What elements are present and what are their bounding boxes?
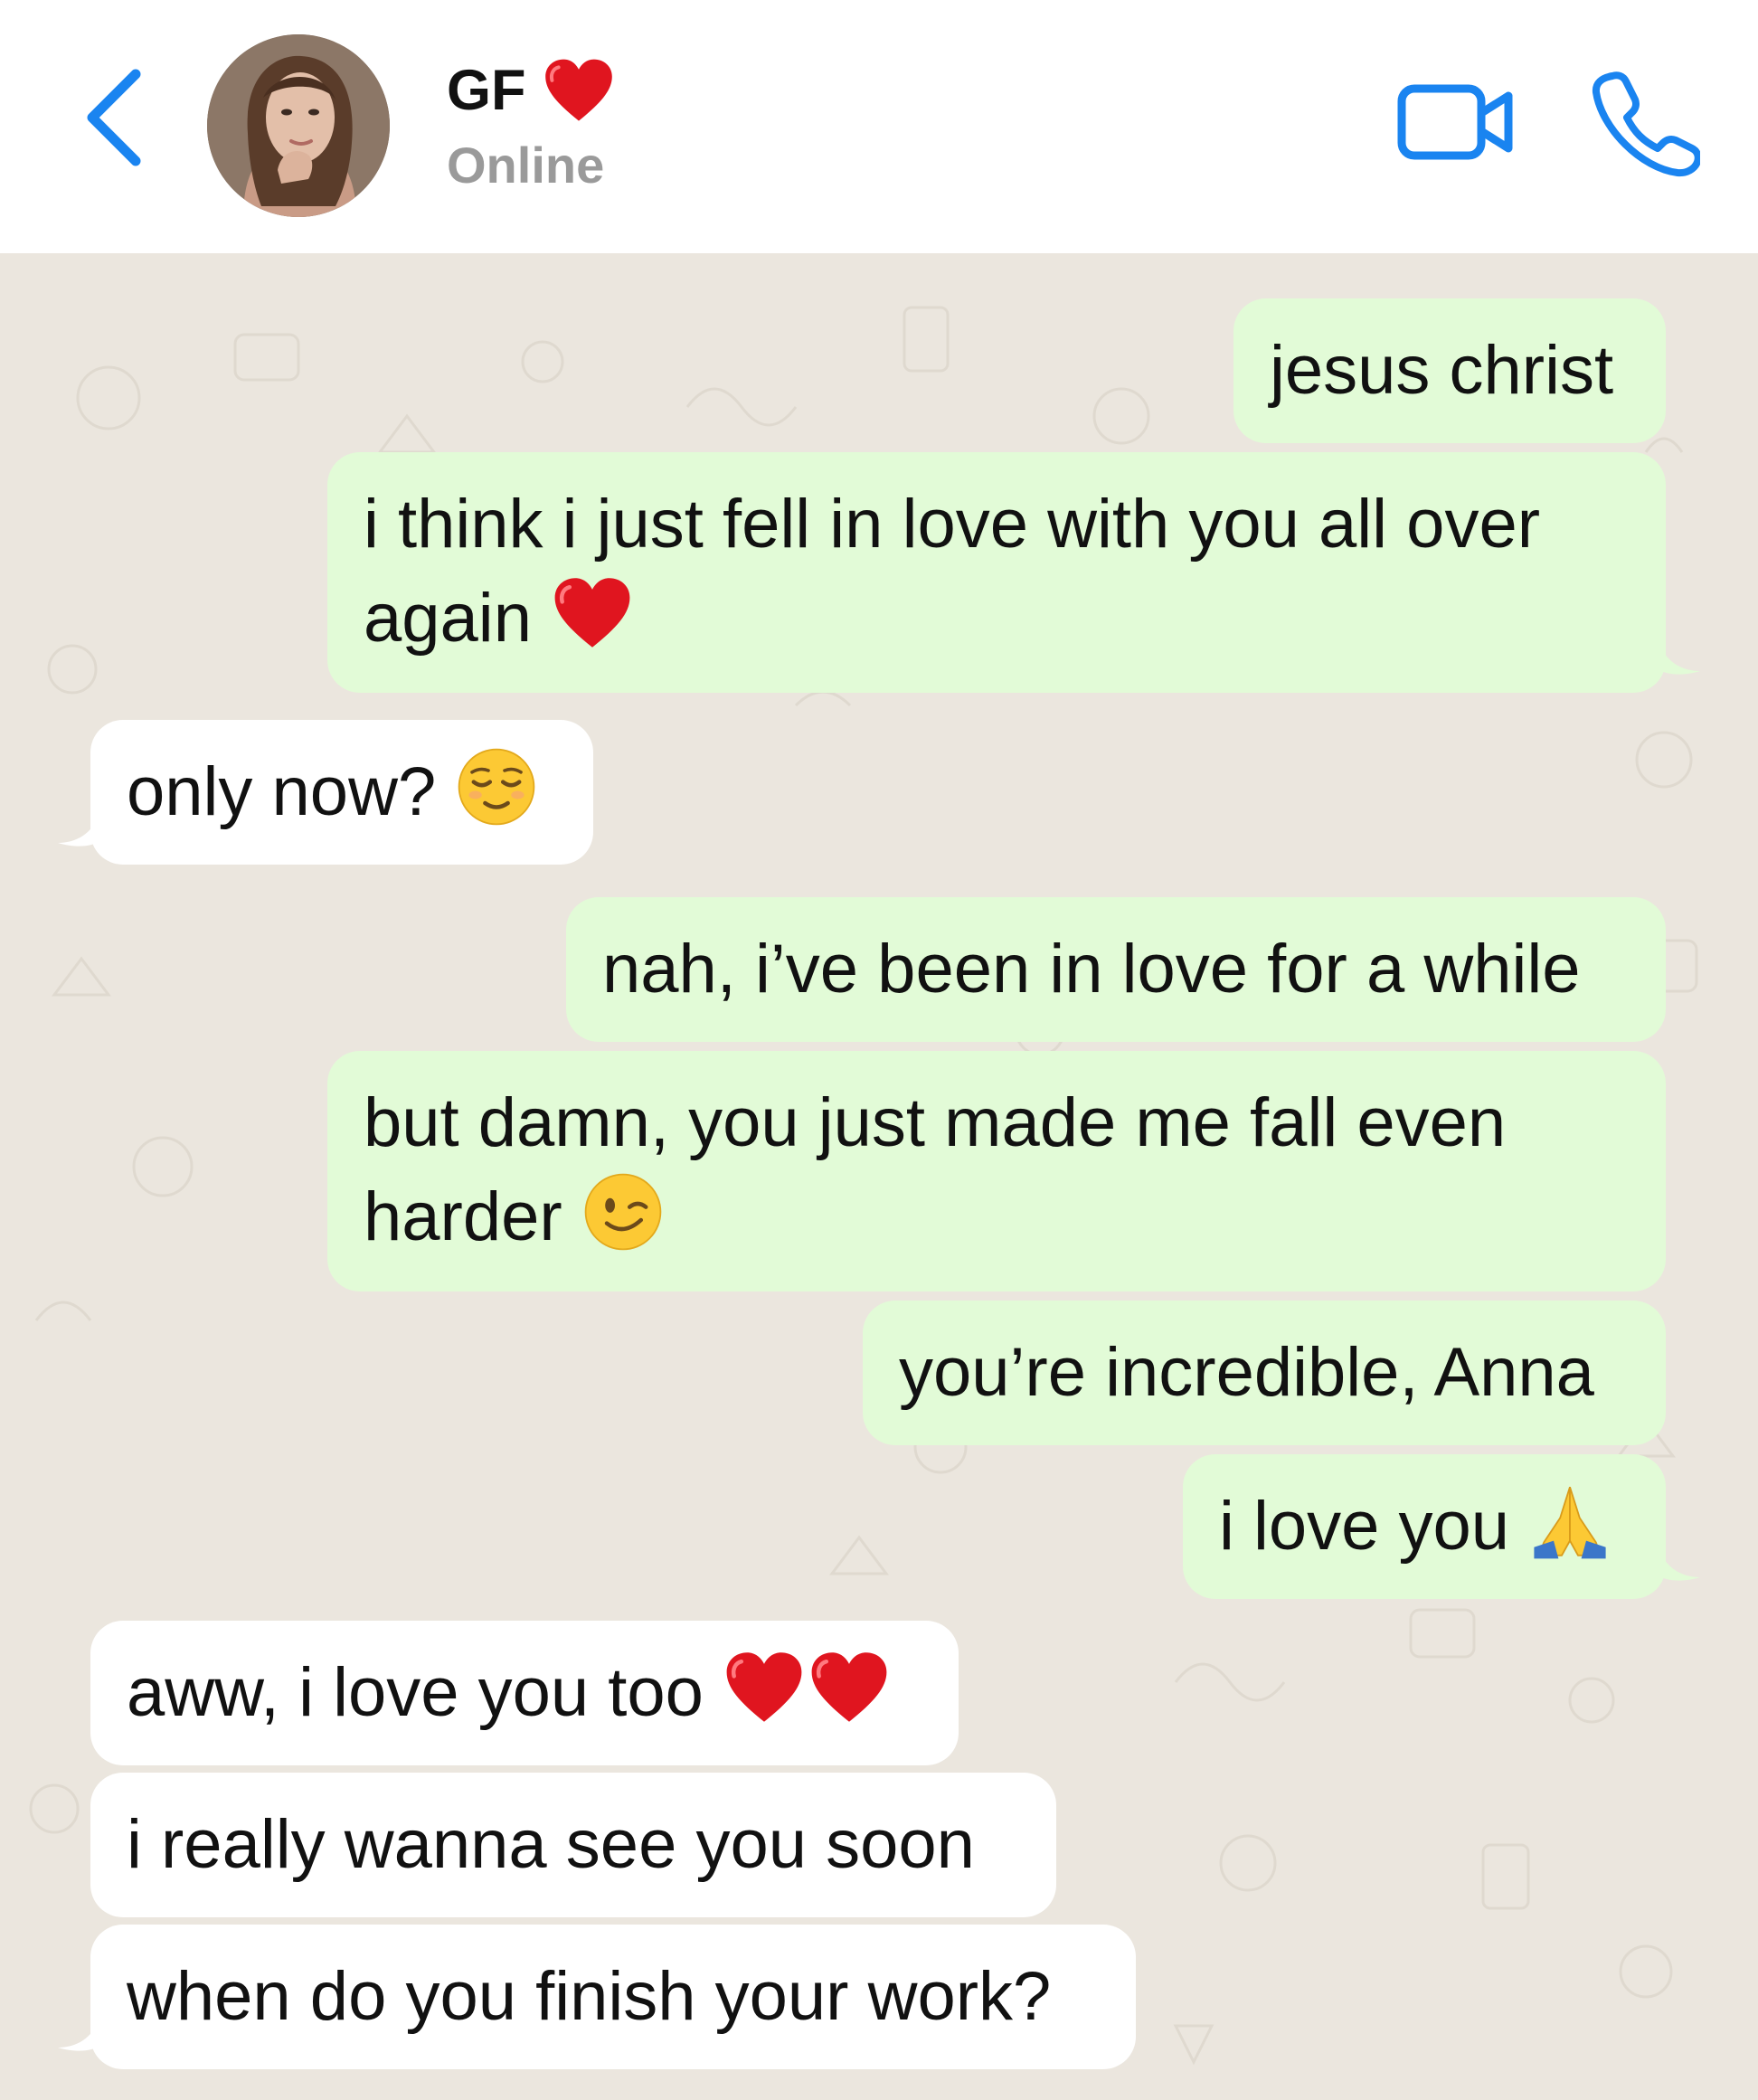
chat-header: GF Online <box>0 0 1758 253</box>
message-text: aww, i love you too <box>127 1654 704 1731</box>
bubble-tail <box>1659 1548 1700 1581</box>
red-heart-icon <box>723 1647 805 1728</box>
message-text: i think i just fell in love with you all… <box>364 486 1541 563</box>
red-heart-icon <box>552 572 633 654</box>
message-text-line2: again <box>364 580 532 657</box>
video-camera-icon <box>1397 84 1513 160</box>
message-outgoing[interactable]: i think i just fell in love with you all… <box>327 452 1666 693</box>
message-outgoing[interactable]: but damn, you just made me fall even har… <box>327 1051 1666 1291</box>
contact-status: Online <box>447 137 605 194</box>
contact-name-text: GF <box>447 59 526 122</box>
message-text: but damn, you just made me fall even <box>364 1084 1507 1161</box>
video-call-button[interactable] <box>1393 72 1519 172</box>
chat-area[interactable]: jesus christ i think i just fell in love… <box>0 253 1758 2100</box>
winking-face-icon <box>582 1171 664 1253</box>
message-text: only now? <box>127 753 437 830</box>
message-outgoing[interactable]: jesus christ <box>1233 298 1666 443</box>
contact-name: GF <box>447 56 615 125</box>
bubble-tail <box>58 2019 99 2051</box>
message-text: i love you <box>1219 1488 1510 1565</box>
phone-icon <box>1592 71 1702 177</box>
relieved-face-icon <box>456 746 537 828</box>
contact-photo <box>207 34 390 217</box>
red-heart-icon <box>808 1647 890 1728</box>
back-button[interactable] <box>80 63 152 172</box>
message-incoming[interactable]: aww, i love you too <box>90 1621 959 1765</box>
red-heart-icon <box>543 56 615 125</box>
folded-hands-icon <box>1529 1480 1611 1562</box>
avatar[interactable] <box>207 34 390 217</box>
message-text: when do you finish your work? <box>127 1958 1052 2035</box>
message-text: i really wanna see you soon <box>127 1806 975 1883</box>
message-text: jesus christ <box>1270 332 1614 409</box>
chevron-left-icon <box>87 69 141 166</box>
message-text: nah, i’ve been in love for a while <box>602 931 1581 1007</box>
bubble-tail <box>1659 642 1700 675</box>
voice-call-button[interactable] <box>1587 65 1702 178</box>
message-outgoing[interactable]: i love you <box>1183 1454 1666 1599</box>
message-incoming[interactable]: when do you finish your work? <box>90 1925 1136 2069</box>
message-text: you’re incredible, Anna <box>899 1334 1594 1411</box>
message-outgoing[interactable]: you’re incredible, Anna <box>863 1301 1666 1445</box>
bubble-tail <box>58 814 99 847</box>
message-outgoing[interactable]: nah, i’ve been in love for a while <box>566 897 1666 1042</box>
message-incoming[interactable]: only now? <box>90 720 593 865</box>
message-text-line2: harder <box>364 1178 562 1255</box>
message-incoming[interactable]: i really wanna see you soon <box>90 1773 1056 1917</box>
